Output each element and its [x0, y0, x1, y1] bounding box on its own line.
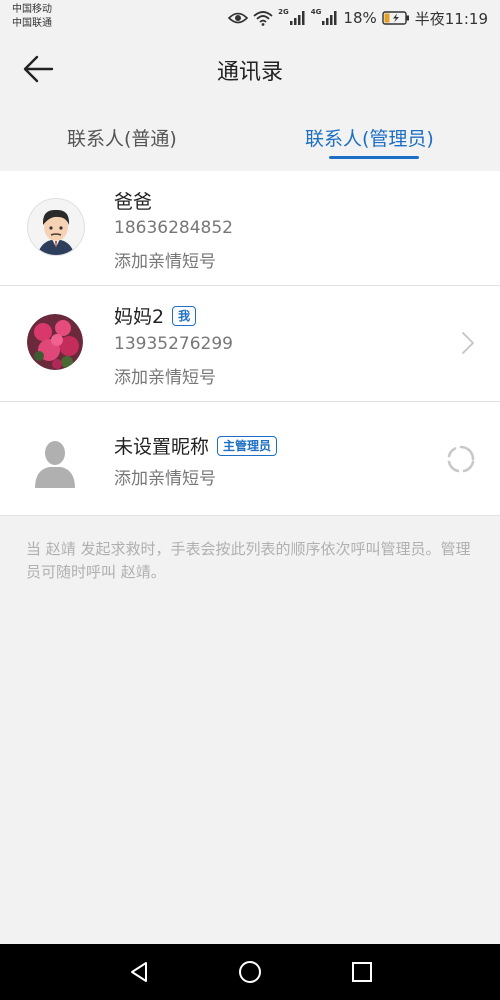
contact-list: 爸爸 18636284852 添加亲情短号 妈妈2 我 13935276299 — [0, 171, 500, 516]
contact-phone: 18636284852 — [114, 218, 233, 238]
signal-icon — [322, 11, 337, 25]
contact-name-line: 妈妈2 我 — [114, 302, 197, 329]
primary-admin-badge: 主管理员 — [217, 435, 278, 456]
flower-photo-avatar — [27, 314, 83, 370]
signal-icon — [289, 11, 305, 25]
active-tab-indicator — [329, 156, 419, 159]
tab-bar: 联系人(普通) 联系人(管理员) — [0, 112, 500, 162]
default-person-avatar — [27, 432, 83, 488]
carrier-1: 中国移动 — [12, 4, 52, 15]
chevron-right-icon[interactable] — [460, 331, 476, 355]
contact-phone: 13935276299 — [114, 334, 233, 354]
add-short-number-link[interactable]: 添加亲情短号 — [114, 464, 216, 489]
page-title: 通讯录 — [216, 60, 283, 85]
clock: 半夜11:19 — [414, 9, 488, 28]
tab-contacts-admin[interactable]: 联系人(管理员) — [305, 124, 434, 151]
eye-icon — [228, 12, 249, 24]
status-icons: 2G 4G 18% 半夜11:19 — [228, 8, 488, 28]
recents-square-icon[interactable] — [350, 960, 374, 984]
app-header: 通讯录 — [0, 36, 500, 100]
self-badge: 我 — [172, 305, 197, 326]
status-bar: 中国移动 中国联通 2G 4G 18% 半夜11:19 — [0, 0, 500, 36]
carrier-2: 中国联通 — [12, 18, 52, 29]
contact-row-mom[interactable]: 妈妈2 我 13935276299 添加亲情短号 — [0, 286, 500, 401]
contact-name: 未设置昵称 — [114, 436, 210, 458]
divider — [0, 515, 500, 516]
add-short-number-link[interactable]: 添加亲情短号 — [114, 363, 216, 388]
system-navigation-bar — [0, 944, 500, 1000]
loading-spinner-icon — [447, 445, 475, 473]
contact-row-dad[interactable]: 爸爸 18636284852 添加亲情短号 — [0, 171, 500, 285]
battery-percent: 18% — [343, 9, 377, 27]
wifi-icon — [253, 11, 273, 26]
carrier-info: 中国移动 中国联通 — [12, 3, 52, 31]
contact-name: 妈妈2 — [114, 306, 165, 328]
contact-name-line: 未设置昵称 主管理员 — [114, 432, 278, 459]
contact-row-admin[interactable]: 未设置昵称 主管理员 添加亲情短号 — [0, 402, 500, 516]
add-short-number-link[interactable]: 添加亲情短号 — [114, 247, 216, 272]
contact-name: 爸爸 — [114, 191, 153, 213]
sos-call-order-note: 当 赵靖 发起求救时，手表会按此列表的顺序依次呼叫管理员。管理员可随时呼叫 赵靖… — [26, 540, 471, 581]
tab-contacts-normal[interactable]: 联系人(普通) — [67, 124, 177, 151]
network-label-1: 2G — [278, 8, 289, 16]
home-circle-icon[interactable] — [238, 960, 262, 984]
network-label-2: 4G — [310, 8, 322, 16]
back-triangle-icon[interactable] — [127, 960, 151, 984]
cartoon-man-avatar — [27, 198, 85, 256]
battery-icon — [382, 11, 409, 25]
contact-name-line: 爸爸 — [114, 187, 152, 214]
